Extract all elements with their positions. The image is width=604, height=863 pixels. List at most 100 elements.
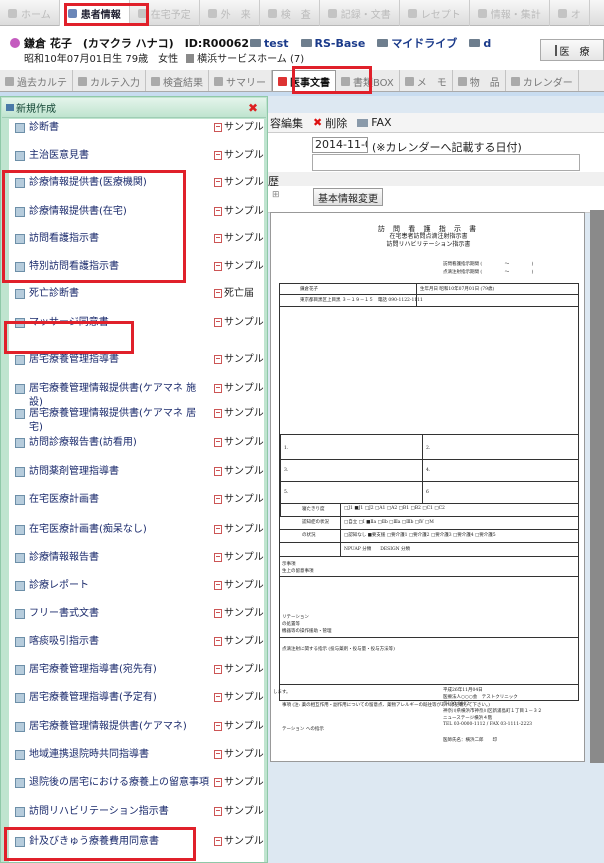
sample-label[interactable]: サンプル [224, 353, 264, 367]
sample-label[interactable]: サンプル [224, 465, 264, 479]
sample-label[interactable]: サンプル [224, 232, 264, 246]
nav-item-1[interactable]: 患者情報 [59, 0, 130, 26]
doc-period1: 訪問看護指示期間 ( ～ ) [443, 262, 534, 267]
document-template-item[interactable]: 居宅療養管理情報提供書(ケアマネ 施設) サンプル [9, 382, 264, 410]
sample-label[interactable]: サンプル [224, 316, 264, 330]
tab-8[interactable]: カレンダー [506, 70, 579, 91]
basic-info-button[interactable]: 基本情報変更 [313, 188, 383, 206]
nav-item-3[interactable]: 外 来 [200, 0, 260, 26]
sample-label[interactable]: サンプル [224, 523, 264, 537]
sample-label[interactable]: サンプル [224, 149, 264, 163]
document-template-item[interactable]: 針及びきゅう療養費用同意書 サンプル [9, 835, 264, 849]
document-template-item[interactable]: 主治医意見書 サンプル [9, 149, 264, 163]
document-template-item[interactable]: 在宅医療計画書(痴呆なし) サンプル [9, 523, 264, 537]
sample-label[interactable]: サンプル [224, 493, 264, 507]
delete-button[interactable]: ✖ 削除 [313, 115, 347, 131]
drive-link-0[interactable]: test [250, 35, 289, 51]
document-template-item[interactable]: 診療情報提供書(在宅) サンプル [9, 205, 264, 219]
document-template-item[interactable]: 診療レポート サンプル [9, 579, 264, 593]
document-template-item[interactable]: 診療情報提供書(医療機関) サンプル [9, 176, 264, 190]
document-template-item[interactable]: 退院後の居宅における療養上の留意事項 サンプル [9, 776, 264, 804]
nav-item-0[interactable]: ホーム [0, 0, 60, 26]
form-line [280, 516, 578, 517]
document-template-item[interactable]: フリー書式文書 サンプル [9, 607, 264, 621]
sample-label[interactable]: 死亡届 [224, 287, 264, 301]
document-template-item[interactable]: 居宅療養管理情報提供書(ケアマネ 居宅) サンプル [9, 407, 264, 435]
form-line [280, 637, 578, 638]
drive-link-3[interactable]: d [469, 35, 491, 51]
document-template-item[interactable]: 在宅医療計画書 サンプル [9, 493, 264, 507]
sample-label[interactable]: サンプル [224, 176, 264, 190]
nav-label: 患者情報 [80, 9, 121, 21]
fax-button[interactable]: FAX [357, 116, 392, 129]
tab-3[interactable]: サマリー [209, 70, 272, 91]
tab-5[interactable]: 書類BOX [336, 70, 400, 91]
tab-1[interactable]: カルテ入力 [73, 70, 146, 91]
nav-item-5[interactable]: 記録・文書 [320, 0, 400, 26]
sample-label[interactable]: サンプル [224, 382, 264, 396]
document-template-item[interactable]: マッサージ同意書 サンプル [9, 316, 264, 330]
document-template-item[interactable]: 訪問看護指示書 サンプル [9, 232, 264, 246]
nav-item-2[interactable]: 在宅予定 [130, 0, 200, 26]
building-icon [186, 54, 195, 63]
pdf-icon [214, 234, 222, 243]
title-input[interactable] [312, 154, 580, 171]
nav-item-4[interactable]: 検 査 [260, 0, 320, 26]
document-template-label: 在宅医療計画書(痴呆なし) [29, 524, 147, 535]
tab-icon [510, 76, 520, 86]
sample-label[interactable]: サンプル [224, 663, 264, 677]
sample-label[interactable]: サンプル [224, 205, 264, 219]
sample-label[interactable]: サンプル [224, 121, 264, 135]
sample-label[interactable]: サンプル [224, 436, 264, 450]
document-template-item[interactable]: 居宅療養管理情報提供書(ケアマネ) サンプル [9, 720, 264, 734]
sample-label[interactable]: サンプル [224, 407, 264, 421]
sample-label[interactable]: サンプル [224, 805, 264, 819]
sample-label[interactable]: サンプル [224, 635, 264, 649]
date-input[interactable]: 2014-11-0 [312, 137, 368, 153]
document-template-item[interactable]: 居宅療養管理指導書(宛先有) サンプル [9, 663, 264, 677]
document-template-item[interactable]: 喀痰吸引指示書 サンプル [9, 635, 264, 649]
sample-label[interactable]: サンプル [224, 607, 264, 621]
document-template-item[interactable]: 居宅療養管理指導書 サンプル [9, 353, 264, 367]
nav-item-8[interactable]: オ [550, 0, 590, 26]
doc-num-5: 5. [284, 490, 289, 495]
document-template-item[interactable]: 死亡診断書 死亡届 [9, 287, 264, 301]
close-icon[interactable]: ✖ [248, 101, 258, 115]
sample-label[interactable]: サンプル [224, 579, 264, 593]
document-template-item[interactable]: 地域連携退院時共同指導書 サンプル [9, 748, 264, 762]
document-template-item[interactable]: 診断書 サンプル [9, 121, 264, 135]
tab-0[interactable]: 過去カルテ [0, 70, 73, 91]
sample-label[interactable]: サンプル [224, 776, 264, 790]
sample-label[interactable]: サンプル [224, 691, 264, 705]
tab-label: 過去カルテ [17, 77, 67, 89]
nav-label: 在宅予定 [150, 9, 191, 21]
document-template-item[interactable]: 特別訪問看護指示書 サンプル [9, 260, 264, 274]
pdf-icon [214, 409, 222, 418]
document-template-item[interactable]: 居宅療養管理指導書(予定有) サンプル [9, 691, 264, 705]
tab-4[interactable]: 医事文書 [272, 70, 336, 91]
document-template-item[interactable]: 訪問診療報告書(訪看用) サンプル [9, 436, 264, 450]
form-line [280, 529, 578, 530]
insurance-button[interactable]: 医 療 [540, 39, 604, 61]
sample-label[interactable]: サンプル [224, 748, 264, 762]
drive-link-2[interactable]: マイドライブ [377, 35, 457, 51]
document-template-label: 居宅療養管理情報提供書(ケアマネ) [29, 721, 187, 732]
document-template-item[interactable]: 訪問リハビリテーション指示書 サンプル [9, 805, 264, 819]
document-template-item[interactable]: 訪問薬剤管理指導書 サンプル [9, 465, 264, 479]
tab-2[interactable]: 検査結果 [146, 70, 209, 91]
document-template-label: 診療情報提供書(在宅) [29, 206, 127, 217]
sample-label[interactable]: サンプル [224, 260, 264, 274]
tab-6[interactable]: メ モ [400, 70, 453, 91]
doc-s2: 生上の留意事項 [282, 569, 314, 574]
document-template-label: 喀痰吸引指示書 [29, 636, 99, 647]
edit-button[interactable]: 容編集 [270, 115, 303, 131]
sample-label[interactable]: サンプル [224, 835, 264, 849]
nav-item-7[interactable]: 情報・集計 [470, 0, 550, 26]
tab-7[interactable]: 物 品 [453, 70, 506, 91]
drive-link-1[interactable]: RS-Base [300, 35, 365, 51]
sample-label[interactable]: サンプル [224, 720, 264, 734]
document-template-item[interactable]: 診療情報報告書 サンプル [9, 551, 264, 565]
sample-label[interactable]: サンプル [224, 551, 264, 565]
nav-item-6[interactable]: レセプト [400, 0, 470, 26]
drive-icon [300, 39, 312, 47]
